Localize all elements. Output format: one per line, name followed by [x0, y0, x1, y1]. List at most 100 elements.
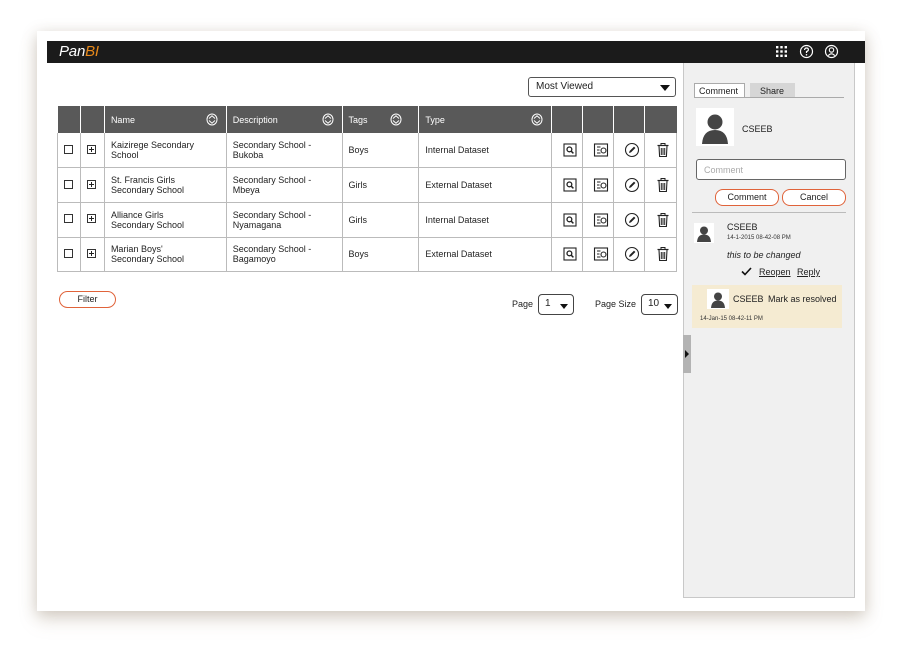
header-select	[57, 106, 81, 133]
user-icon[interactable]	[824, 44, 839, 59]
cell-type: Internal Dataset	[418, 133, 553, 169]
table-row[interactable]: Marian Boys' Secondary School Secondary Sc…	[57, 237, 678, 273]
row-expand-cell	[80, 237, 105, 273]
preview-action-cell	[582, 167, 614, 203]
header-tags-label: Tags	[348, 114, 368, 125]
resolver-name: CSEEB	[733, 294, 764, 304]
preview-icon[interactable]	[593, 212, 609, 228]
delete-icon[interactable]	[655, 142, 671, 158]
cell-description-line2: Mbeya	[232, 185, 260, 196]
check-icon[interactable]	[741, 267, 752, 276]
filter-button[interactable]: Filter	[59, 291, 116, 308]
reply-link[interactable]: Reply	[797, 267, 820, 277]
sort-icon[interactable]	[531, 113, 543, 126]
cell-name-line2: Secondary School	[110, 185, 184, 196]
dataset-table: Name Description Tags Type Kaizirege Sec…	[57, 106, 678, 273]
page-size-label: Page Size	[595, 299, 637, 309]
comment-author: CSEEB	[727, 222, 758, 232]
page-size-select-value: 10	[648, 298, 660, 309]
comment-timestamp: 14-1-2015 08-42-08 PM	[727, 235, 791, 241]
chevron-down-icon	[560, 304, 568, 309]
header-type[interactable]: Type	[418, 106, 553, 133]
top-bar: PanBI	[47, 41, 865, 63]
app-logo[interactable]: PanBI	[59, 43, 99, 60]
edit-icon[interactable]	[624, 246, 640, 262]
cell-name-line2: Secondary School	[110, 219, 184, 230]
table-row[interactable]: St. Francis Girls Secondary School Seconda…	[57, 167, 678, 203]
comment-input[interactable]: Comment	[696, 159, 846, 180]
table-body: Kaizirege Secondary School Secondary Schoo…	[57, 133, 678, 273]
tab-divider	[694, 97, 844, 98]
cell-name-line2: Secondary School	[110, 254, 184, 265]
row-checkbox[interactable]	[64, 248, 73, 258]
page-select[interactable]: 1	[538, 294, 574, 315]
table-row[interactable]: Kaizirege Secondary School Secondary Schoo…	[57, 133, 678, 169]
view-icon[interactable]	[562, 142, 578, 158]
edit-icon[interactable]	[624, 212, 640, 228]
header-description[interactable]: Description	[226, 106, 343, 133]
tab-share[interactable]: Share	[750, 83, 796, 98]
row-expand-cell	[80, 167, 105, 203]
view-icon[interactable]	[562, 177, 578, 193]
logo-accent-text: BI	[85, 43, 99, 60]
cell-type: External Dataset	[418, 167, 553, 203]
sort-icon[interactable]	[206, 113, 218, 126]
cell-name-line1: St. Francis Girls	[110, 175, 175, 186]
sort-icon[interactable]	[322, 113, 334, 126]
mark-resolved-label: Mark as resolved	[768, 294, 837, 304]
delete-icon[interactable]	[655, 212, 671, 228]
cell-description-line1: Secondary School -	[232, 140, 312, 151]
cell-description-line2: Nyamagana	[232, 219, 282, 230]
expand-icon[interactable]	[86, 144, 96, 154]
header-action-preview	[582, 106, 614, 133]
cell-description-line1: Secondary School -	[232, 209, 312, 220]
preview-action-cell	[582, 237, 614, 273]
row-select-cell	[57, 202, 81, 238]
row-checkbox[interactable]	[64, 144, 73, 154]
logo-text: Pan	[59, 43, 86, 60]
sort-icon[interactable]	[390, 113, 402, 126]
row-select-cell	[57, 133, 81, 169]
preview-icon[interactable]	[593, 142, 609, 158]
panel-tabs: Comment Share	[694, 83, 796, 98]
cell-name: St. Francis Girls Secondary School	[104, 167, 227, 203]
cell-description: Secondary School - Nyamagana	[226, 202, 343, 238]
delete-icon[interactable]	[655, 246, 671, 262]
preview-icon[interactable]	[593, 177, 609, 193]
table-header-row: Name Description Tags Type	[57, 106, 677, 133]
expand-icon[interactable]	[86, 179, 96, 189]
page-size-select[interactable]: 10	[641, 294, 678, 315]
cell-name: Alliance Girls Secondary School	[104, 202, 227, 238]
preview-icon[interactable]	[593, 246, 609, 262]
apps-grid-icon[interactable]	[774, 44, 789, 59]
cancel-button[interactable]: Cancel	[782, 189, 846, 206]
cell-description: Secondary School - Bagamoyo	[226, 237, 343, 273]
reopen-link[interactable]: Reopen	[759, 267, 791, 277]
table-row[interactable]: Alliance Girls Secondary School Secondary …	[57, 202, 678, 238]
comment-submit-button[interactable]: Comment	[715, 189, 779, 206]
edit-icon[interactable]	[624, 177, 640, 193]
row-expand-cell	[80, 202, 105, 238]
expand-icon[interactable]	[86, 214, 96, 224]
header-tags[interactable]: Tags	[342, 106, 420, 133]
delete-icon[interactable]	[655, 177, 671, 193]
cell-name: Marian Boys' Secondary School	[104, 237, 227, 273]
sort-dropdown-value: Most Viewed	[536, 81, 594, 92]
panel-collapse-toggle[interactable]	[683, 335, 691, 373]
sort-dropdown[interactable]: Most Viewed	[528, 77, 676, 97]
comment-text: this to be changed	[727, 250, 801, 260]
comment-avatar	[694, 223, 714, 243]
edit-icon[interactable]	[624, 142, 640, 158]
tab-comment[interactable]: Comment	[694, 83, 746, 98]
row-checkbox[interactable]	[64, 214, 73, 224]
help-icon[interactable]	[799, 44, 814, 59]
edit-action-cell	[613, 133, 645, 169]
row-checkbox[interactable]	[64, 179, 73, 189]
view-icon[interactable]	[562, 212, 578, 228]
expand-icon[interactable]	[86, 248, 96, 258]
page-select-value: 1	[545, 298, 551, 309]
view-icon[interactable]	[562, 246, 578, 262]
cell-tags: Boys	[342, 237, 420, 273]
header-name[interactable]: Name	[104, 106, 227, 133]
view-action-cell	[551, 202, 584, 238]
